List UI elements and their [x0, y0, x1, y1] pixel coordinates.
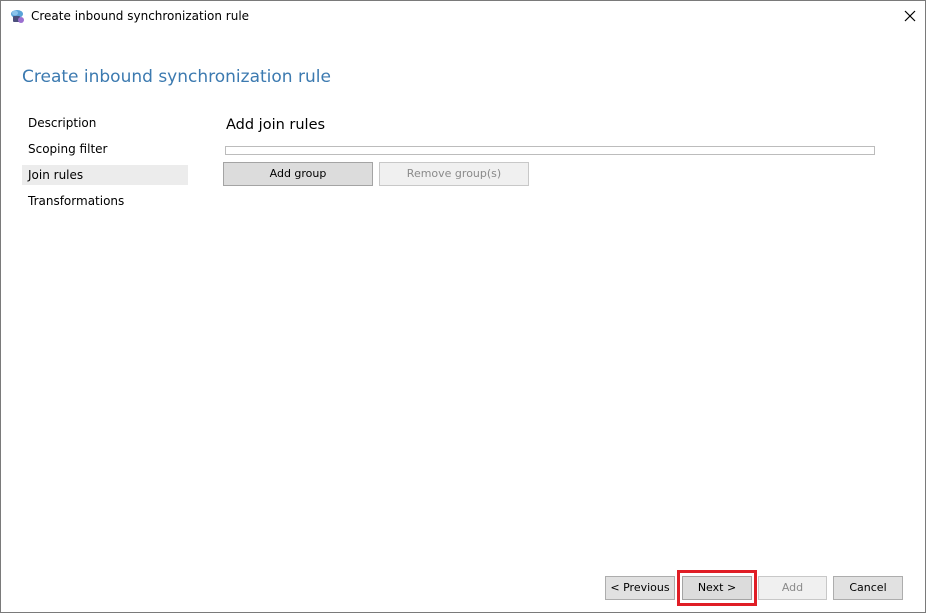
page-title: Create inbound synchronization rule [22, 67, 331, 87]
add-button[interactable]: Add [758, 576, 827, 600]
section-title: Add join rules [226, 117, 326, 133]
title-bar: Create inbound synchronization rule [1, 1, 925, 32]
close-icon [904, 7, 916, 26]
remove-group-button[interactable]: Remove group(s) [379, 162, 529, 186]
sync-service-icon [9, 8, 25, 24]
wizard-nav: Description Scoping filter Join rules Tr… [22, 113, 188, 217]
window-title: Create inbound synchronization rule [31, 9, 250, 23]
next-button[interactable]: Next > [682, 576, 752, 600]
add-group-button[interactable]: Add group [223, 162, 373, 186]
join-rules-progress-bar [225, 146, 875, 155]
nav-item-description[interactable]: Description [22, 113, 188, 133]
nav-item-join-rules[interactable]: Join rules [22, 165, 188, 185]
dialog-window: Create inbound synchronization rule Crea… [0, 0, 926, 613]
nav-item-scoping-filter[interactable]: Scoping filter [22, 139, 188, 159]
nav-item-transformations[interactable]: Transformations [22, 191, 188, 211]
previous-button[interactable]: < Previous [605, 576, 675, 600]
close-button[interactable] [895, 1, 925, 31]
cancel-button[interactable]: Cancel [833, 576, 903, 600]
